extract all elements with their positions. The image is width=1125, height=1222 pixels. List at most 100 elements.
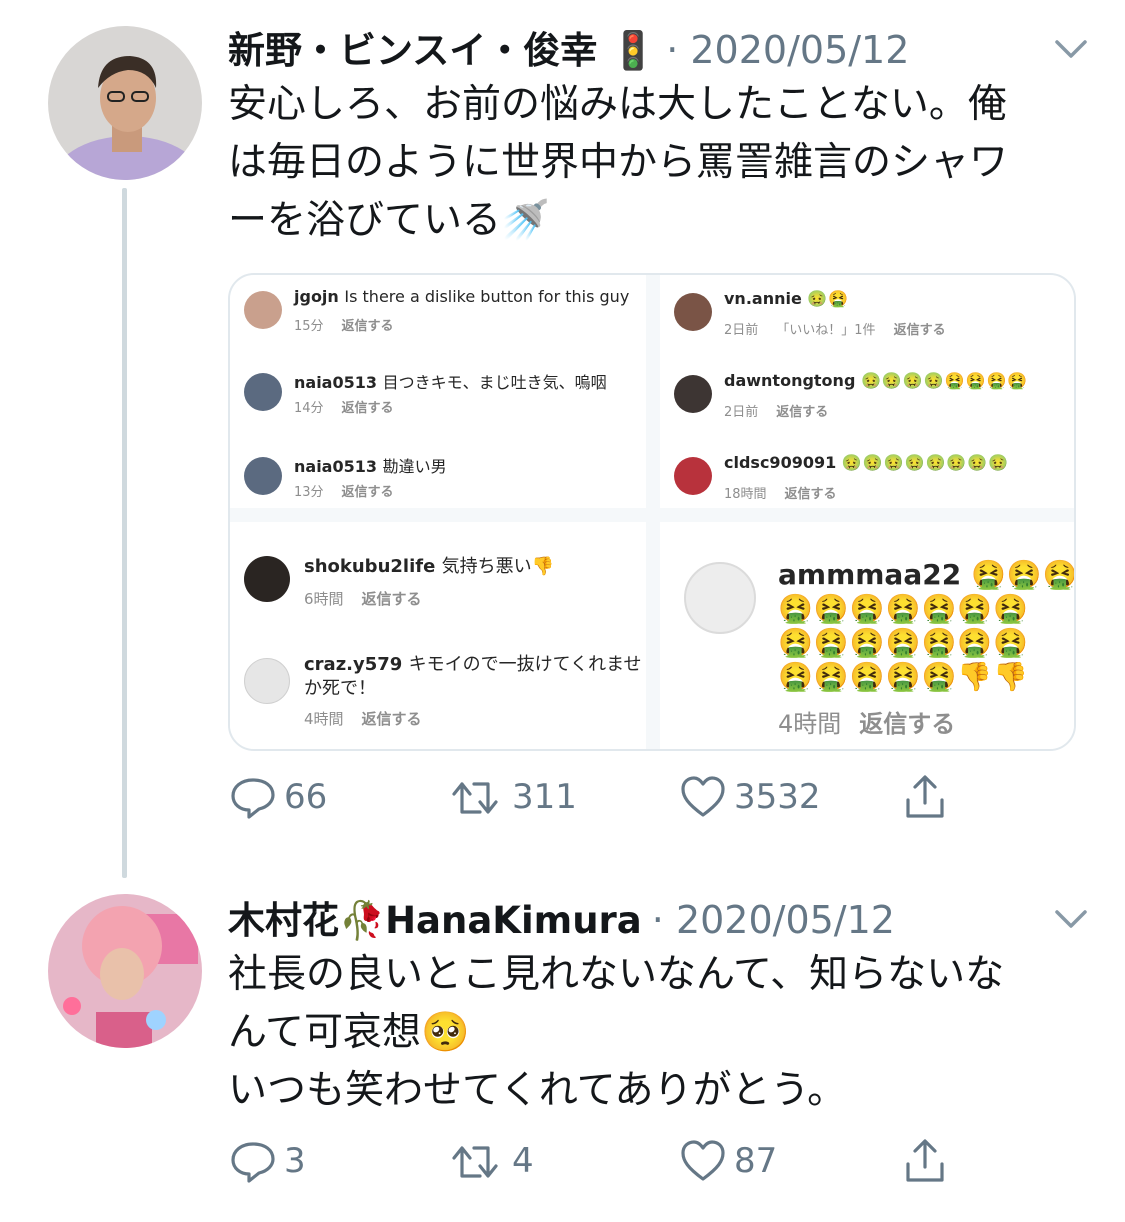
reply-link: 返信する <box>893 323 946 338</box>
tweet-text-line: いつも笑わせてくれてありがとう。 <box>228 1068 847 1113</box>
chevron-down-icon[interactable] <box>1049 896 1093 940</box>
reply-link: 返信する <box>341 319 394 334</box>
reply-link: 返信する <box>776 405 829 420</box>
reply-link: 返信する <box>341 485 394 500</box>
comment-time: 2日前 <box>724 405 759 420</box>
reply-link: 返信する <box>859 710 956 738</box>
comment: cldsc909091 🤢🤢🤢🤢🤢🤢🤢🤢 18時間 返信する <box>660 453 1074 508</box>
reply-link: 返信する <box>341 401 394 416</box>
thread-line <box>122 188 127 878</box>
like-count: 87 <box>734 1141 778 1181</box>
like-icon <box>681 1140 725 1181</box>
reply-button[interactable]: 3 <box>228 1136 306 1186</box>
comment-text: Is there a dislike button for this guy <box>344 287 630 306</box>
retweet-button[interactable]: 4 <box>450 1136 534 1186</box>
comment: craz.y579 キモイので一抜けてくれませ か死で！ 4時間 返信する <box>230 650 646 749</box>
comment-text: 🤮🤮🤮🤮🤮🤮🤮 <box>778 592 1030 625</box>
tweet-text: 安心しろ、お前の悩みは大したことない。俺 は毎日のように世界中から罵詈雑言のシャ… <box>228 76 1088 250</box>
tweet-text-line: は毎日のように世界中から罵詈雑言のシャワ <box>228 140 1009 185</box>
like-button[interactable]: 3532 <box>678 772 821 822</box>
comment: dawntongtong 🤢🤢🤢🤢🤮🤮🤮🤮 2日前 返信する <box>660 371 1074 431</box>
tweet-1[interactable]: 新野・ビンスイ・俊幸 🚦 · 2020/05/12 安心しろ、お前の悩みは大した… <box>0 0 1125 878</box>
comment-text: 気持ち悪い👎 <box>441 556 554 577</box>
avatar <box>244 291 282 329</box>
reply-button[interactable]: 66 <box>228 772 327 822</box>
share-icon <box>906 1139 944 1182</box>
avatar <box>674 375 712 413</box>
tweet-text-line: ーを浴びている🚿 <box>228 198 550 243</box>
comment-time: 6時間 <box>304 590 344 608</box>
avatar[interactable] <box>48 26 202 180</box>
tweet-date[interactable]: · 2020/05/12 <box>666 28 909 72</box>
chevron-down-icon[interactable] <box>1049 26 1093 70</box>
comment: naia0513 勘違い男 13分 返信する <box>230 453 646 508</box>
comment-text: 🤮🤮🤮🤮🤮🤮🤮 <box>778 626 1030 659</box>
share-icon <box>906 775 944 818</box>
reply-icon <box>231 1142 275 1183</box>
comment-text: 🤢🤢🤢🤢🤢🤢🤢🤢 <box>841 453 1010 472</box>
reply-link: 返信する <box>361 590 422 608</box>
avatar <box>244 556 290 602</box>
reply-icon <box>231 778 275 819</box>
comment-username: naia0513 <box>294 457 377 476</box>
tweet-date[interactable]: · 2020/05/12 <box>652 898 895 942</box>
comment-username: jgojn <box>294 287 339 306</box>
comment-pane: ammmaa22 🤮🤮🤮 🤮🤮🤮🤮🤮🤮🤮 🤮🤮🤮🤮🤮🤮🤮 🤮🤮🤮🤮🤮👎👎 4時間… <box>660 522 1076 749</box>
tweet-2[interactable]: 木村花🥀HanaKimura · 2020/05/12 社長の良いとこ見れないな… <box>0 870 1125 1222</box>
display-name[interactable]: 新野・ビンスイ・俊幸 🚦 <box>228 20 656 74</box>
comment: vn.annie 🤢🤮 2日前 「いいね！」1件 返信する <box>660 289 1074 349</box>
reply-link: 返信する <box>784 487 837 502</box>
comment-username: craz.y579 <box>304 654 403 675</box>
tweet-header: 木村花🥀HanaKimura · 2020/05/12 <box>228 890 1085 944</box>
tweet-header: 新野・ビンスイ・俊幸 🚦 · 2020/05/12 <box>228 20 1085 74</box>
comment: shokubu2life 気持ち悪い👎 6時間 返信する <box>230 552 646 622</box>
comment-time: 4時間 <box>778 710 842 738</box>
retweet-icon <box>452 1146 498 1178</box>
comment-time: 15分 <box>294 319 324 334</box>
comment-username: shokubu2life <box>304 556 436 577</box>
comment-username: ammmaa22 <box>778 558 962 591</box>
comment-text: 🤢🤮 <box>807 289 850 308</box>
share-button[interactable] <box>900 772 956 822</box>
like-count: 3532 <box>734 777 821 817</box>
comment-time: 2日前 <box>724 323 759 338</box>
tweet-text-line: 安心しろ、お前の悩みは大したことない。俺 <box>228 82 1007 127</box>
share-button[interactable] <box>900 1136 956 1186</box>
comment: jgojn Is there a dislike button for this… <box>230 287 646 347</box>
avatar <box>674 293 712 331</box>
reply-link: 返信する <box>361 710 422 728</box>
comment-time: 13分 <box>294 485 324 500</box>
retweet-icon <box>452 782 498 814</box>
comment-text: 勘違い男 <box>382 457 447 476</box>
comment-text: か死で！ <box>304 678 376 699</box>
retweet-count: 311 <box>512 777 577 817</box>
retweet-count: 4 <box>512 1141 534 1181</box>
comment-pane: jgojn Is there a dislike button for this… <box>230 275 646 508</box>
avatar <box>684 562 756 634</box>
comment-text: 🤮🤮🤮 <box>970 558 1076 591</box>
likes-count: 「いいね！」1件 <box>776 323 876 338</box>
tweet-text-line: 社長の良いとこ見れないなんて、知らないな <box>228 952 1005 997</box>
avatar[interactable] <box>48 894 202 1048</box>
comment-username: naia0513 <box>294 373 377 392</box>
avatar <box>244 457 282 495</box>
embedded-image[interactable]: jgojn Is there a dislike button for this… <box>228 273 1076 751</box>
tweet-actions: 3 4 87 <box>228 1136 988 1196</box>
like-button[interactable]: 87 <box>678 1136 777 1186</box>
comment-pane: shokubu2life 気持ち悪い👎 6時間 返信する craz.y579 キモ… <box>230 522 646 749</box>
comment-time: 18時間 <box>724 487 767 502</box>
comment: naia0513 目つきキモ、まじ吐き気、嗚咽 14分 返信する <box>230 369 646 429</box>
comment-pane: vn.annie 🤢🤮 2日前 「いいね！」1件 返信する dawntongtong… <box>660 275 1074 508</box>
comment-username: vn.annie <box>724 289 802 308</box>
comment-text: キモイので一抜けてくれませ <box>408 654 642 675</box>
avatar <box>244 373 282 411</box>
comment-text: 目つきキモ、まじ吐き気、嗚咽 <box>382 373 607 392</box>
tweet-text: 社長の良いとこ見れないなんて、知らないな んて可哀想🥺 いつも笑わせてくれてあり… <box>228 946 1088 1120</box>
comment-username: cldsc909091 <box>724 453 837 472</box>
reply-count: 66 <box>284 777 328 817</box>
retweet-button[interactable]: 311 <box>450 772 577 822</box>
comment-text: 🤮🤮🤮🤮🤮👎👎 <box>778 660 1030 693</box>
like-icon <box>681 776 725 817</box>
display-name[interactable]: 木村花🥀HanaKimura <box>228 890 642 944</box>
comment-username: dawntongtong <box>724 371 856 390</box>
